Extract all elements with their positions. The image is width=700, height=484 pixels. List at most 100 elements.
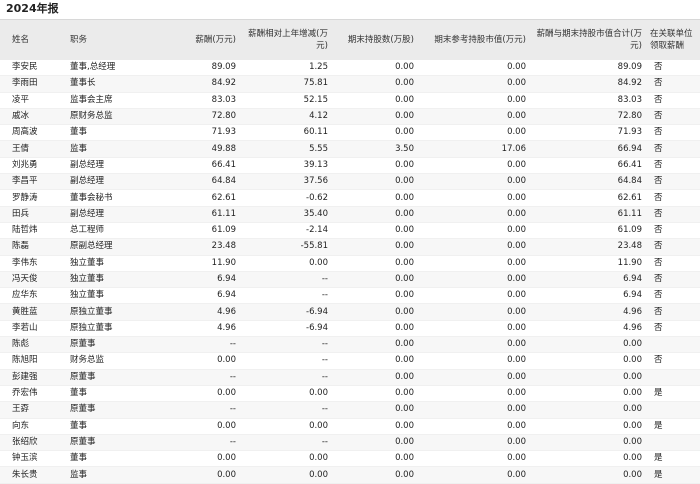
cell-name: 刘兆勇 <box>0 157 64 175</box>
cell-position: 独立董事 <box>64 287 148 305</box>
cell-salary: 61.11 <box>148 206 240 223</box>
cell-position: 监事会主席 <box>64 92 148 109</box>
cell-salary-change: 0.00 <box>240 255 332 272</box>
cell-position: 财务总监 <box>64 352 148 370</box>
cell-shares: 0.00 <box>332 60 418 77</box>
cell-position: 原董事 <box>64 401 148 419</box>
cell-position: 副总经理 <box>64 173 148 191</box>
cell-salary-change: 0.00 <box>240 450 332 468</box>
table-row: 李安民 董事,总经理 89.09 1.25 0.00 0.00 89.09 否 <box>0 60 700 77</box>
cell-assoc: 否 <box>646 352 700 370</box>
cell-position: 原董事 <box>64 434 148 452</box>
cell-assoc: 否 <box>646 140 700 158</box>
cell-name: 李昌平 <box>0 173 64 191</box>
cell-shares: 0.00 <box>332 401 418 419</box>
cell-salary-change: 75.81 <box>240 75 332 93</box>
cell-share-value: 0.00 <box>418 92 530 109</box>
cell-assoc <box>646 369 700 386</box>
table-row: 刘兆勇 副总经理 66.41 39.13 0.00 0.00 66.41 否 <box>0 157 700 175</box>
cell-assoc <box>646 401 700 419</box>
cell-salary-change: 37.56 <box>240 173 332 191</box>
cell-name: 朱长贵 <box>0 466 64 484</box>
table-row: 向东 董事 0.00 0.00 0.00 0.00 0.00 是 <box>0 418 700 435</box>
table-row: 李若山 原独立董事 4.96 -6.94 0.00 0.00 4.96 否 <box>0 320 700 338</box>
table-row: 戚冰 原财务总监 72.80 4.12 0.00 0.00 72.80 否 <box>0 108 700 126</box>
cell-position: 董事会秘书 <box>64 189 148 207</box>
cell-share-value: 0.00 <box>418 108 530 126</box>
cell-total: 6.94 <box>530 287 646 305</box>
header-name: 姓名 <box>0 20 64 60</box>
cell-name: 陈旭阳 <box>0 352 64 370</box>
cell-salary: 0.00 <box>148 450 240 468</box>
cell-name: 冯天俊 <box>0 271 64 289</box>
cell-assoc: 是 <box>646 466 700 484</box>
cell-name: 彭建强 <box>0 369 64 386</box>
cell-salary: 72.80 <box>148 108 240 126</box>
table-row: 冯天俊 独立董事 6.94 -- 0.00 0.00 6.94 否 <box>0 271 700 289</box>
cell-salary: 23.48 <box>148 238 240 256</box>
cell-share-value: 0.00 <box>418 238 530 256</box>
cell-total: 66.94 <box>530 140 646 158</box>
table-row: 李昌平 副总经理 64.84 37.56 0.00 0.00 64.84 否 <box>0 173 700 191</box>
cell-shares: 0.00 <box>332 466 418 484</box>
table-row: 李雨田 董事长 84.92 75.81 0.00 0.00 84.92 否 <box>0 75 700 93</box>
cell-salary-change: -- <box>240 369 332 386</box>
cell-salary: 0.00 <box>148 418 240 435</box>
cell-name: 李伟东 <box>0 255 64 272</box>
table-row: 凌平 监事会主席 83.03 52.15 0.00 0.00 83.03 否 <box>0 92 700 109</box>
cell-salary: 11.90 <box>148 255 240 272</box>
cell-assoc: 否 <box>646 92 700 109</box>
cell-name: 周高波 <box>0 124 64 142</box>
cell-salary: -- <box>148 336 240 354</box>
cell-assoc: 否 <box>646 255 700 272</box>
cell-position: 原董事 <box>64 336 148 354</box>
cell-salary-change: -- <box>240 401 332 419</box>
cell-total: 4.96 <box>530 320 646 338</box>
cell-share-value: 0.00 <box>418 352 530 370</box>
cell-salary-change: 0.00 <box>240 385 332 403</box>
cell-name: 乔宏伟 <box>0 385 64 403</box>
cell-salary-change: 52.15 <box>240 92 332 109</box>
cell-name: 李安民 <box>0 60 64 77</box>
salary-table: 姓名 职务 薪酬(万元) 薪酬相对上年增减(万元) 期末持股数(万股) 期末参考… <box>0 20 700 484</box>
cell-shares: 0.00 <box>332 336 418 354</box>
cell-salary: 4.96 <box>148 320 240 338</box>
cell-salary-change: 1.25 <box>240 60 332 77</box>
cell-total: 62.61 <box>530 189 646 207</box>
cell-share-value: 0.00 <box>418 271 530 289</box>
cell-shares: 0.00 <box>332 369 418 386</box>
table-row: 朱长贵 监事 0.00 0.00 0.00 0.00 0.00 是 <box>0 466 700 484</box>
cell-assoc <box>646 434 700 452</box>
cell-total: 0.00 <box>530 418 646 435</box>
cell-salary-change: -0.62 <box>240 189 332 207</box>
cell-name: 田兵 <box>0 206 64 223</box>
cell-position: 原副总经理 <box>64 238 148 256</box>
cell-name: 张绍欣 <box>0 434 64 452</box>
cell-total: 0.00 <box>530 369 646 386</box>
cell-name: 向东 <box>0 418 64 435</box>
cell-total: 23.48 <box>530 238 646 256</box>
cell-salary-change: -55.81 <box>240 238 332 256</box>
cell-total: 61.11 <box>530 206 646 223</box>
cell-assoc: 否 <box>646 60 700 77</box>
cell-assoc: 否 <box>646 271 700 289</box>
cell-position: 原董事 <box>64 369 148 386</box>
cell-total: 84.92 <box>530 75 646 93</box>
table-body: 李安民 董事,总经理 89.09 1.25 0.00 0.00 89.09 否李雨田 董事长 84… <box>0 60 700 484</box>
cell-shares: 0.00 <box>332 157 418 175</box>
cell-share-value: 0.00 <box>418 60 530 77</box>
cell-share-value: 0.00 <box>418 206 530 223</box>
cell-share-value: 0.00 <box>418 189 530 207</box>
cell-share-value: 0.00 <box>418 255 530 272</box>
cell-shares: 3.50 <box>332 140 418 158</box>
cell-position: 原独立董事 <box>64 303 148 321</box>
cell-salary: 62.61 <box>148 189 240 207</box>
table-row: 李伟东 独立董事 11.90 0.00 0.00 0.00 11.90 否 <box>0 255 700 272</box>
cell-salary: 61.09 <box>148 222 240 240</box>
cell-share-value: 0.00 <box>418 434 530 452</box>
cell-total: 89.09 <box>530 60 646 77</box>
cell-salary-change: 4.12 <box>240 108 332 126</box>
cell-total: 0.00 <box>530 450 646 468</box>
table-header: 姓名 职务 薪酬(万元) 薪酬相对上年增减(万元) 期末持股数(万股) 期末参考… <box>0 20 700 60</box>
cell-total: 6.94 <box>530 271 646 289</box>
